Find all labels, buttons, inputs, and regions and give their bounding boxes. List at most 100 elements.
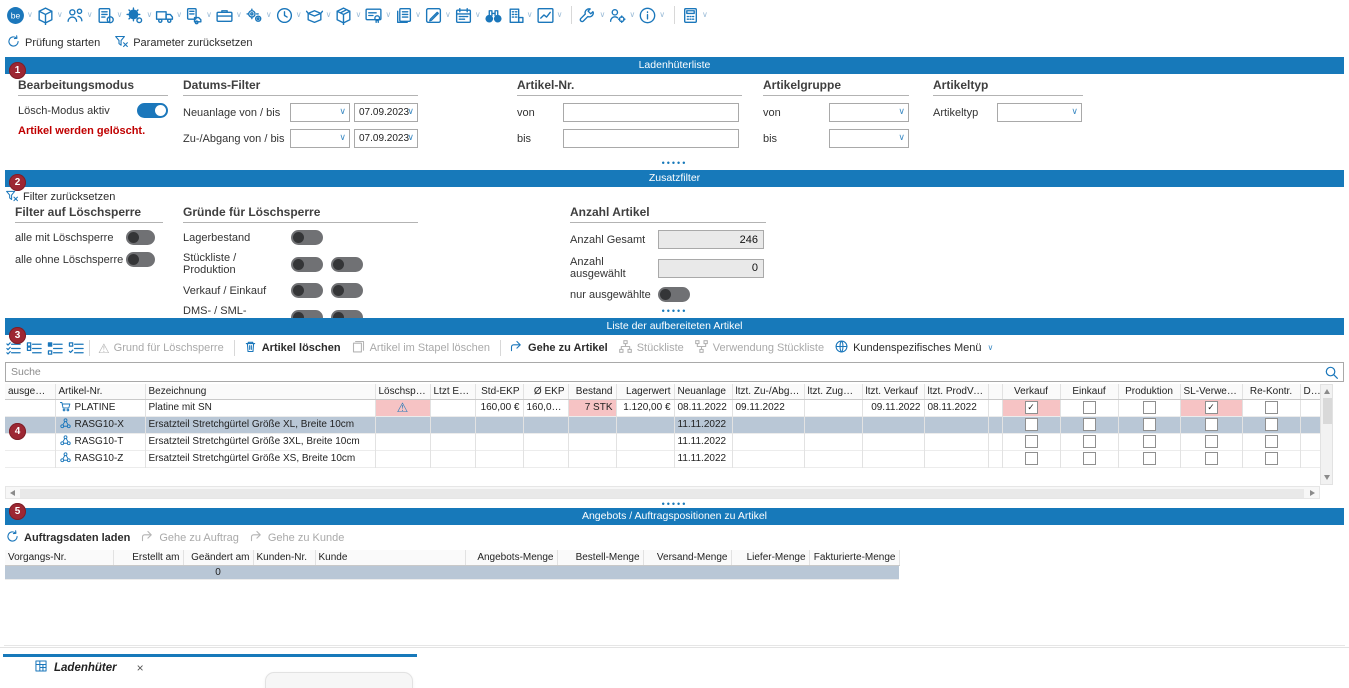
vertical-scrollbar[interactable] bbox=[1320, 384, 1333, 485]
article-cube-button[interactable]: ∨ bbox=[36, 6, 63, 25]
column-header[interactable]: Kunde bbox=[315, 550, 465, 565]
artikel-nr-von-input[interactable] bbox=[563, 103, 739, 122]
orders-document-button[interactable]: ∨ bbox=[96, 6, 123, 25]
loesch-modus-toggle[interactable] bbox=[137, 103, 168, 118]
tab-ladenhueter[interactable]: Ladenhüter × bbox=[34, 659, 144, 676]
select-none-list-button[interactable] bbox=[26, 340, 43, 357]
column-header[interactable]: SL-Verwen... bbox=[1180, 384, 1242, 399]
verkauf-einkauf-toggle[interactable] bbox=[291, 283, 323, 298]
flag-checkbox[interactable] bbox=[1205, 418, 1218, 431]
column-header[interactable]: Vorgangs-Nr. bbox=[5, 550, 113, 565]
calendar-button[interactable]: ∨ bbox=[454, 6, 481, 25]
column-header[interactable]: Löschsperre bbox=[375, 384, 430, 399]
flag-checkbox[interactable] bbox=[1025, 452, 1038, 465]
table-row[interactable]: RASG10-XErsatzteil Stretchgürtel Größe X… bbox=[5, 416, 1320, 433]
chevron-down-icon[interactable]: ∨ bbox=[475, 11, 481, 19]
column-header[interactable]: Geändert am bbox=[183, 550, 253, 565]
kundenspezifisches-men--button[interactable]: Kundenspezifisches Menü∨ bbox=[834, 339, 993, 357]
chevron-down-icon[interactable]: ∨ bbox=[355, 11, 361, 19]
column-header[interactable]: Produktion bbox=[1118, 384, 1180, 399]
chevron-down-icon[interactable]: ∨ bbox=[385, 11, 391, 19]
flag-checkbox[interactable] bbox=[1025, 435, 1038, 448]
st-ckliste-produktion-toggle[interactable] bbox=[291, 257, 323, 272]
zuabgang-von-combo[interactable]: ∨ bbox=[290, 129, 350, 148]
column-header[interactable]: Std-EKP bbox=[475, 384, 523, 399]
neuanlage-bis-combo[interactable]: 07.09.2023∨ bbox=[354, 103, 418, 122]
column-header[interactable]: Neuanlage bbox=[674, 384, 732, 399]
flag-checkbox[interactable] bbox=[1265, 401, 1278, 414]
stock-in-box-button[interactable]: ∨ bbox=[305, 6, 332, 25]
chevron-down-icon[interactable]: ∨ bbox=[296, 11, 302, 19]
chevron-down-icon[interactable]: ∨ bbox=[415, 11, 421, 19]
chevron-down-icon[interactable]: ∨ bbox=[87, 11, 93, 19]
column-header[interactable]: ltzt. Verkauf bbox=[862, 384, 924, 399]
column-header[interactable]: Liefer-Menge bbox=[731, 550, 809, 565]
splitter-handle[interactable]: ••••• bbox=[0, 500, 1349, 508]
editor-pencil-button[interactable]: ∨ bbox=[424, 6, 451, 25]
chevron-down-icon[interactable]: ∨ bbox=[117, 11, 123, 19]
artikeltyp-combo[interactable]: ∨ bbox=[997, 103, 1082, 122]
contacts-button[interactable]: ∨ bbox=[66, 6, 93, 25]
column-header[interactable]: Kunden-Nr. bbox=[253, 550, 315, 565]
search-binoculars-button[interactable] bbox=[484, 6, 503, 25]
horizontal-scrollbar[interactable] bbox=[5, 486, 1320, 499]
column-header[interactable]: Erstellt am bbox=[113, 550, 183, 565]
tools-wrench-button[interactable]: ∨ bbox=[578, 6, 605, 25]
flag-checkbox[interactable] bbox=[1205, 435, 1218, 448]
user-settings-button[interactable]: ∨ bbox=[608, 6, 635, 25]
flag-checkbox[interactable] bbox=[1205, 452, 1218, 465]
chevron-down-icon[interactable]: ∨ bbox=[557, 11, 563, 19]
splitter-handle[interactable]: ••••• bbox=[0, 307, 1349, 315]
statistics-chart-button[interactable]: ∨ bbox=[536, 6, 563, 25]
chevron-down-icon[interactable]: ∨ bbox=[27, 11, 33, 19]
verkauf-einkauf-toggle[interactable] bbox=[331, 283, 363, 298]
flag-checkbox[interactable]: ✓ bbox=[1205, 401, 1218, 414]
column-header[interactable]: DM bbox=[1300, 384, 1320, 399]
neuanlage-von-combo[interactable]: ∨ bbox=[290, 103, 350, 122]
chevron-down-icon[interactable]: ∨ bbox=[527, 11, 533, 19]
column-header[interactable]: Angebots-Menge bbox=[465, 550, 557, 565]
column-header[interactable]: ausgewählt bbox=[5, 384, 55, 399]
flag-checkbox[interactable] bbox=[1265, 452, 1278, 465]
column-header[interactable]: ltzt. Zu-/Abgang bbox=[732, 384, 804, 399]
flag-checkbox[interactable] bbox=[1083, 401, 1096, 414]
chevron-down-icon[interactable]: ∨ bbox=[659, 11, 665, 19]
chevron-down-icon[interactable]: ∨ bbox=[445, 11, 451, 19]
pr-fung-starten-button[interactable]: Prüfung starten bbox=[6, 34, 100, 52]
table-row[interactable]: PLATINEPlatine mit SN⚠160,00 €160,00 €7 … bbox=[5, 399, 1320, 416]
flag-checkbox[interactable] bbox=[1083, 452, 1096, 465]
chevron-down-icon[interactable]: ∨ bbox=[236, 11, 242, 19]
projects-briefcase-button[interactable]: ∨ bbox=[215, 6, 242, 25]
artikelgruppe-von-combo[interactable]: ∨ bbox=[829, 103, 909, 122]
column-header[interactable]: Verkauf bbox=[1002, 384, 1060, 399]
filter-reset-button[interactable]: Filter zurücksetzen bbox=[5, 189, 115, 206]
flag-checkbox[interactable] bbox=[1143, 401, 1156, 414]
chevron-down-icon[interactable]: ∨ bbox=[988, 344, 994, 352]
column-header[interactable] bbox=[988, 384, 1002, 399]
flag-checkbox[interactable] bbox=[1265, 435, 1278, 448]
chevron-down-icon[interactable]: ∨ bbox=[326, 11, 332, 19]
search-icon[interactable] bbox=[1323, 364, 1340, 384]
gehe-zu-artikel-button[interactable]: Gehe zu Artikel bbox=[509, 339, 608, 357]
flag-checkbox[interactable] bbox=[1025, 418, 1038, 431]
parameter-zur-cksetzen-button[interactable]: Parameter zurücksetzen bbox=[114, 34, 252, 52]
column-header[interactable]: Ltzt EKP bbox=[430, 384, 475, 399]
tab-close-icon[interactable]: × bbox=[137, 661, 144, 675]
artikel-nr-bis-input[interactable] bbox=[563, 129, 739, 148]
flag-checkbox[interactable] bbox=[1143, 452, 1156, 465]
st-ckliste-produktion-toggle[interactable] bbox=[331, 257, 363, 272]
column-header[interactable]: Einkauf bbox=[1060, 384, 1118, 399]
column-header[interactable]: ltzt. Zugang bbox=[804, 384, 862, 399]
alle-mit-l-schsperre-toggle[interactable] bbox=[126, 230, 155, 245]
column-header[interactable]: Re-Kontr. bbox=[1242, 384, 1300, 399]
search-input[interactable] bbox=[6, 363, 1319, 381]
flag-checkbox[interactable] bbox=[1083, 435, 1096, 448]
flag-checkbox[interactable] bbox=[1265, 418, 1278, 431]
flag-checkbox[interactable] bbox=[1083, 418, 1096, 431]
auftragsdaten-laden-button[interactable]: Auftragsdaten laden bbox=[5, 529, 130, 547]
flag-checkbox[interactable] bbox=[1143, 435, 1156, 448]
lagerbestand-toggle[interactable] bbox=[291, 230, 323, 245]
flag-checkbox[interactable] bbox=[1143, 418, 1156, 431]
splitter-handle[interactable]: ••••• bbox=[0, 159, 1349, 167]
delivery-note-button[interactable]: ∨ bbox=[185, 6, 212, 25]
